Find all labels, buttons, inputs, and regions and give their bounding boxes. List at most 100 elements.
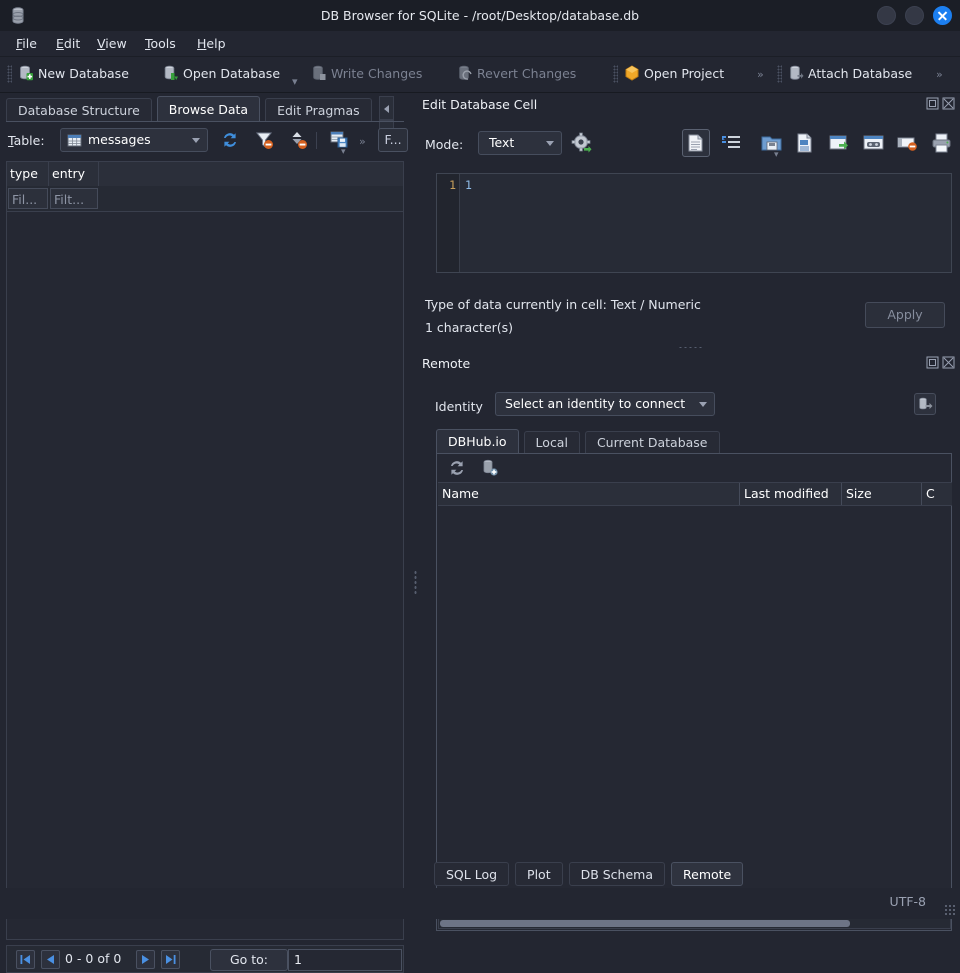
window-title: DB Browser for SQLite - /root/Desktop/da…	[320, 8, 640, 23]
remote-title: Remote	[422, 356, 471, 371]
refresh-button[interactable]	[218, 128, 242, 152]
table-select[interactable]: messages	[60, 128, 208, 152]
save-view-button[interactable]	[328, 128, 352, 152]
window-controls	[872, 6, 952, 26]
external-app-button[interactable]	[862, 131, 886, 155]
open-database-icon	[163, 65, 179, 81]
bottom-tab-remote[interactable]: Remote	[671, 862, 744, 886]
open-database-button[interactable]: Open Database	[163, 60, 280, 88]
toolbar-grip-2[interactable]	[613, 65, 618, 83]
menu-tools[interactable]: Tools	[139, 31, 182, 56]
mode-select[interactable]: Text	[478, 131, 562, 155]
chevron-down-icon	[192, 138, 200, 143]
browse-toolbar-overflow[interactable]: »	[359, 135, 366, 148]
tab-browse-data[interactable]: Browse Data	[156, 96, 261, 122]
tab-database-structure[interactable]: Database Structure	[6, 98, 152, 122]
remote-column-last-modified[interactable]: Last modified	[740, 483, 842, 505]
maximize-button[interactable]	[905, 6, 925, 25]
tab-edit-pragmas[interactable]: Edit Pragmas	[265, 98, 372, 122]
remote-panel-body: Name Last modified Size C	[436, 453, 952, 931]
column-header-entry[interactable]: entry	[49, 162, 99, 186]
remote-grid-header: Name Last modified Size C	[438, 482, 952, 506]
print-button[interactable]	[930, 131, 954, 155]
cell-char-count: 1 character(s)	[425, 320, 514, 335]
remote-tab-current-database[interactable]: Current Database	[584, 431, 720, 453]
vertical-splitter[interactable]	[411, 93, 420, 883]
resize-grip-icon[interactable]	[944, 904, 955, 915]
toolbar-grip[interactable]	[7, 65, 12, 83]
identity-select[interactable]: Select an identity to connect	[495, 392, 715, 416]
toolbar-grip-3[interactable]	[777, 65, 782, 83]
identity-label: Identity	[435, 399, 483, 414]
last-page-button[interactable]	[161, 950, 180, 969]
menu-file[interactable]: File	[10, 31, 43, 56]
browse-data-grid[interactable]: type entry Fil... Filt...	[6, 161, 404, 940]
remote-tab-bar: DBHub.io Local Current Database	[436, 429, 721, 453]
bottom-tab-plot[interactable]: Plot	[515, 862, 563, 886]
remote-tab-local[interactable]: Local	[523, 431, 580, 453]
title-bar: DB Browser for SQLite - /root/Desktop/da…	[0, 0, 960, 32]
menu-view[interactable]: View	[91, 31, 133, 56]
revert-changes-button: Revert Changes	[457, 60, 576, 88]
import-data-button[interactable]	[760, 131, 784, 155]
apply-button[interactable]: Apply	[865, 302, 945, 328]
attach-database-button[interactable]: Attach Database	[788, 60, 912, 88]
find-button[interactable]: F...	[378, 128, 408, 152]
next-page-button[interactable]	[136, 950, 155, 969]
edit-cell-close-button[interactable]	[942, 97, 955, 110]
goto-input[interactable]: 1	[288, 949, 402, 971]
remote-close-button[interactable]	[942, 356, 955, 369]
clone-database-button[interactable]	[479, 456, 503, 480]
status-bar: UTF-8	[0, 888, 960, 919]
revert-changes-icon	[457, 65, 473, 81]
remote-tab-dbhub[interactable]: DBHub.io	[436, 429, 519, 453]
bottom-tab-sql-log[interactable]: SQL Log	[434, 862, 510, 886]
remote-column-commit[interactable]: C	[922, 483, 952, 505]
auto-apply-button[interactable]	[570, 131, 594, 155]
import-dropdown-arrow[interactable]: ▾	[774, 150, 779, 160]
open-in-app-button[interactable]	[828, 131, 852, 155]
page-range-label: 0 - 0 of 0	[65, 951, 122, 966]
scrollbar-thumb[interactable]	[440, 920, 850, 927]
remote-horizontal-scrollbar[interactable]	[438, 918, 951, 929]
column-header-type[interactable]: type	[7, 162, 49, 186]
new-database-label: New Database	[38, 66, 129, 81]
revert-changes-label: Revert Changes	[477, 66, 577, 81]
connect-identity-button[interactable]	[914, 393, 936, 415]
toolbar-overflow[interactable]: »	[936, 68, 943, 81]
previous-page-button[interactable]	[41, 950, 60, 969]
attach-database-icon	[788, 65, 804, 81]
menu-edit[interactable]: Edit	[50, 31, 86, 56]
refresh-remote-button[interactable]	[445, 456, 469, 480]
remote-column-size[interactable]: Size	[842, 483, 922, 505]
clear-cell-button[interactable]	[896, 131, 920, 155]
clear-sorting-button[interactable]	[286, 128, 310, 152]
new-database-button[interactable]: New Database	[18, 60, 129, 88]
open-project-overflow[interactable]: »	[757, 68, 764, 81]
menu-help[interactable]: Help	[191, 31, 232, 56]
horizontal-splitter[interactable]	[678, 346, 704, 349]
close-button[interactable]	[933, 6, 952, 25]
remote-column-name[interactable]: Name	[438, 483, 740, 505]
minimize-button[interactable]	[877, 6, 897, 25]
save-view-dropdown-arrow[interactable]: ▾	[341, 147, 346, 157]
edit-cell-float-button[interactable]	[926, 97, 939, 110]
first-page-button[interactable]	[16, 950, 35, 969]
open-database-dropdown-arrow[interactable]: ▾	[292, 75, 298, 88]
filter-input-type[interactable]: Fil...	[8, 188, 48, 209]
bottom-tab-db-schema[interactable]: DB Schema	[568, 862, 666, 886]
right-pane: Edit Database Cell Mode: Text ▾ 1 1 Type…	[420, 93, 960, 931]
cell-text-editor[interactable]: 1 1	[436, 173, 952, 273]
open-project-button[interactable]: Open Project	[624, 60, 724, 88]
text-mode-button[interactable]	[682, 129, 710, 157]
tab-scroll-left-button[interactable]	[379, 96, 394, 120]
edit-cell-dock-header: Edit Database Cell	[420, 95, 960, 115]
goto-button[interactable]: Go to:	[210, 949, 288, 971]
attach-database-label: Attach Database	[808, 66, 913, 81]
clear-filters-button[interactable]	[252, 128, 276, 152]
filter-input-entry[interactable]: Filt...	[50, 188, 98, 209]
word-wrap-button[interactable]	[720, 131, 744, 155]
export-data-button[interactable]	[794, 131, 818, 155]
remote-float-button[interactable]	[926, 356, 939, 369]
grid-filter-row: Fil... Filt...	[7, 186, 403, 212]
